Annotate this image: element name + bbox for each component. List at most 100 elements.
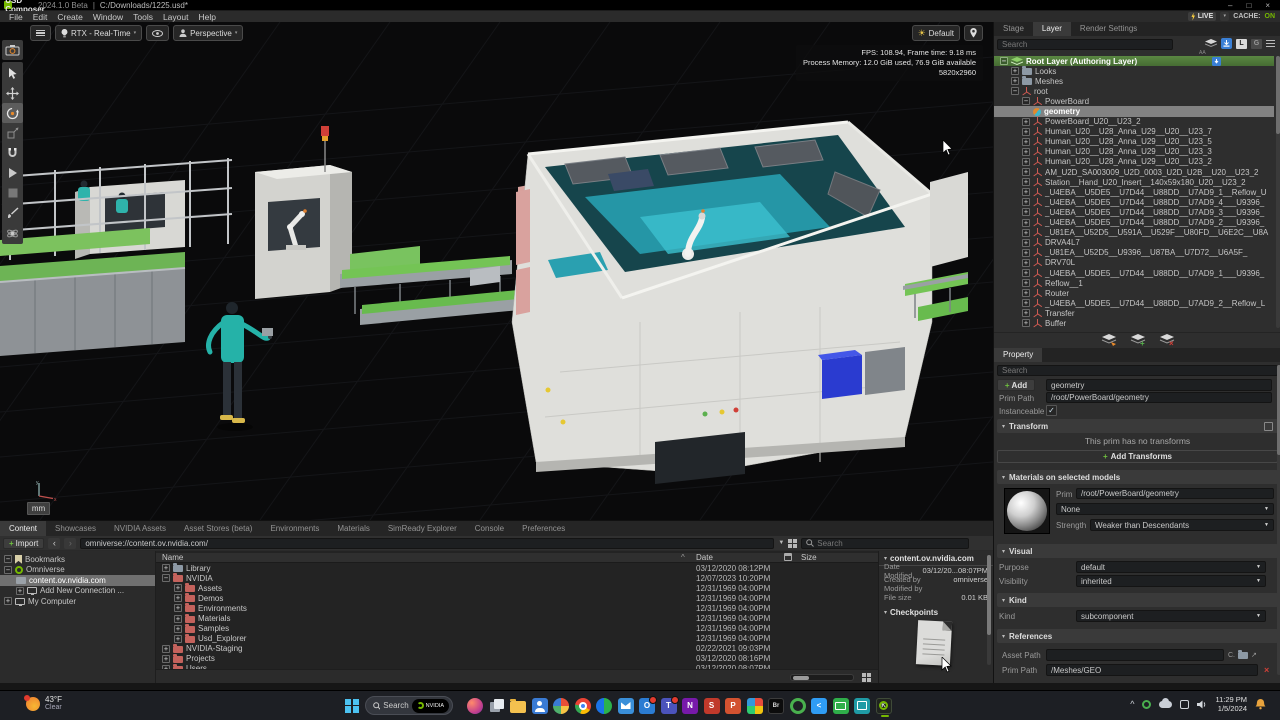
taskbar-app-omniverse-active[interactable]: K (876, 698, 892, 714)
layer-tree-item[interactable]: +_U4EBA__U5DE5__U7D44__U88DD__U7AD9_1___… (994, 268, 1274, 278)
add-property-button[interactable]: +Add (997, 379, 1035, 391)
expand-toggle[interactable]: + (162, 645, 170, 653)
layer-tree-item[interactable]: +DRV70L (994, 258, 1274, 268)
expand-toggle[interactable]: + (1022, 239, 1030, 247)
taskbar-app-pinwheel[interactable] (553, 698, 569, 714)
expand-toggle[interactable]: + (1022, 289, 1030, 297)
taskbar-app-onenote[interactable]: N (682, 698, 698, 714)
sort-ascending-icon[interactable]: ^ (681, 553, 685, 563)
layer-tree-item[interactable]: −PowerBoard (994, 96, 1274, 106)
expand-toggle[interactable]: + (1022, 188, 1030, 196)
close-button[interactable]: × (1265, 1, 1270, 10)
expand-toggle[interactable]: − (1022, 97, 1030, 105)
expand-toggle[interactable]: − (4, 566, 12, 574)
expand-toggle[interactable]: + (1022, 229, 1030, 237)
visibility-dropdown[interactable]: inherited▼ (1076, 575, 1266, 587)
layer-tree-item[interactable]: +_U4EBA__U5DE5__U7D44__U88DD__U7AD9_2__R… (994, 298, 1274, 308)
viewport[interactable]: RTX - Real-Time ▾ Perspective ▾ ☀ Defaul… (0, 22, 993, 520)
kind-dropdown[interactable]: subcomponent▼ (1076, 610, 1266, 622)
expand-toggle[interactable]: + (1011, 77, 1019, 85)
tab-materials[interactable]: Materials (328, 521, 378, 536)
transform-options-icon[interactable] (1264, 422, 1273, 431)
expand-toggle[interactable]: + (1022, 198, 1030, 206)
expand-toggle[interactable]: + (1022, 249, 1030, 257)
expand-toggle[interactable]: + (1022, 138, 1030, 146)
renderer-selector[interactable]: RTX - Real-Time ▾ (55, 25, 142, 41)
layer-tree-item[interactable]: +Meshes (994, 76, 1274, 86)
references-section-header[interactable]: ▾References (997, 629, 1278, 643)
layer-search-input[interactable] (997, 39, 1173, 50)
layer-tree-item[interactable]: +Human_U20__U28_Anna_U29__U20__U23_3 (994, 147, 1274, 157)
content-search[interactable] (801, 538, 969, 549)
file-row[interactable]: +Library03/12/2020 08:12PM (156, 563, 878, 573)
expand-toggle[interactable]: − (162, 574, 170, 582)
import-button[interactable]: +Import (3, 538, 44, 549)
content-search-input[interactable] (817, 539, 947, 548)
start-button[interactable] (345, 699, 359, 713)
expand-toggle[interactable]: + (162, 564, 170, 572)
material-prim-field[interactable]: /root/PowerBoard/geometry (1076, 488, 1274, 499)
expand-toggle[interactable]: + (1022, 168, 1030, 176)
property-search-input[interactable] (997, 365, 1278, 376)
layer-tree-scrollbar[interactable] (1276, 56, 1280, 328)
sidebar-item-add-connection[interactable]: +Add New Connection ... (0, 586, 155, 597)
layer-tree-item[interactable]: +_U4EBA__U5DE5__U7D44__U88DD__U7AD9_4___… (994, 197, 1274, 207)
tab-console[interactable]: Console (466, 521, 513, 536)
checkpoint-button[interactable]: C. (1228, 652, 1235, 659)
file-row[interactable]: −NVIDIA12/07/2023 10:20PM (156, 573, 878, 583)
prim-name-field[interactable]: geometry (1046, 379, 1272, 391)
maximize-button[interactable]: □ (1246, 1, 1251, 10)
taskbar-app-teal[interactable] (854, 698, 870, 714)
file-row[interactable]: +NVIDIA-Staging02/22/2021 09:03PM (156, 644, 878, 654)
notification-bell-icon[interactable] (1255, 698, 1266, 710)
taskbar-search[interactable]: Search NVIDIA (365, 696, 453, 715)
address-bar[interactable] (80, 538, 774, 549)
paint-tool[interactable] (2, 203, 23, 223)
file-row[interactable]: +Environments12/31/1969 04:00PM (156, 603, 878, 613)
forward-button[interactable]: › (64, 538, 76, 549)
layer-tree-item[interactable]: +Transfer (994, 308, 1274, 318)
asset-path-field[interactable] (1046, 649, 1224, 661)
expand-toggle[interactable]: + (1011, 67, 1019, 75)
materials-section-header[interactable]: ▾Materials on selected models (997, 470, 1278, 484)
taskbar-app-mail[interactable] (618, 698, 634, 714)
expand-toggle[interactable]: + (16, 587, 24, 595)
details-scrollbar[interactable] (987, 555, 991, 665)
layer-tree-item[interactable]: +_U81EA__U52D5__U591A__U529F__U80FD__U6E… (994, 228, 1274, 238)
taskbar-weather[interactable]: 43°FClear (26, 695, 62, 712)
taskbar-app-file-explorer[interactable] (510, 701, 526, 713)
menu-help[interactable]: Help (193, 12, 220, 22)
view-mode-grid-icon[interactable] (788, 539, 797, 548)
taskbar-app-steam[interactable]: S (704, 698, 720, 714)
rotate-tool[interactable] (2, 103, 23, 123)
remove-reference-button[interactable]: × (1264, 665, 1269, 675)
expand-toggle[interactable]: + (1022, 208, 1030, 216)
select-tool[interactable] (2, 63, 23, 83)
expand-toggle[interactable]: + (1022, 128, 1030, 136)
layer-tree-item[interactable]: +AM_U2D_SA003009_U2D_0003_U2D_U2B__U20__… (994, 167, 1274, 177)
tab-content[interactable]: Content (0, 521, 46, 536)
taskbar-app-powerpoint[interactable]: P (725, 698, 741, 714)
sidebar-item-omniverse[interactable]: −Omniverse (0, 565, 155, 576)
physics-tool[interactable] (2, 223, 23, 243)
sidebar-item-my-computer[interactable]: +My Computer (0, 596, 155, 607)
file-row[interactable]: +Usd_Explorer12/31/1969 04:00PM (156, 634, 878, 644)
kind-section-header[interactable]: ▾Kind (997, 593, 1278, 607)
sidebar-item-bookmarks[interactable]: −Bookmarks (0, 554, 155, 565)
expand-toggle[interactable]: − (1000, 57, 1008, 65)
sidebar-item-server-selected[interactable]: content.ov.nvidia.com (0, 575, 155, 586)
live-dropdown[interactable]: ▾ (1220, 12, 1229, 21)
tab-stage[interactable]: Stage (994, 22, 1033, 36)
taskbar-app-chrome[interactable] (575, 698, 591, 714)
taskbar-clock[interactable]: 11:29 PM1/5/2024 (1215, 695, 1247, 713)
menu-edit[interactable]: Edit (28, 12, 53, 22)
layer-tree-item[interactable]: +Human_U20__U28_Anna_U29__U20__U23_7 (994, 127, 1274, 137)
layer-tree-item[interactable]: +_U4EBA__U5DE5__U7D44__U88DD__U7AD9_1__R… (994, 187, 1274, 197)
tab-render-settings[interactable]: Render Settings (1071, 22, 1146, 36)
filter-dropdown-icon[interactable]: ▼ (778, 540, 784, 546)
tray-vpn-icon[interactable] (1142, 700, 1151, 709)
expand-toggle[interactable]: + (1022, 158, 1030, 166)
layer-tree-item[interactable]: +_U4EBA__U5DE5__U7D44__U88DD__U7AD9_2___… (994, 218, 1274, 228)
layer-tree-item[interactable]: +Station__Hand_U20_Insert__140x59x180_U2… (994, 177, 1274, 187)
layers-icon[interactable] (1205, 39, 1217, 48)
